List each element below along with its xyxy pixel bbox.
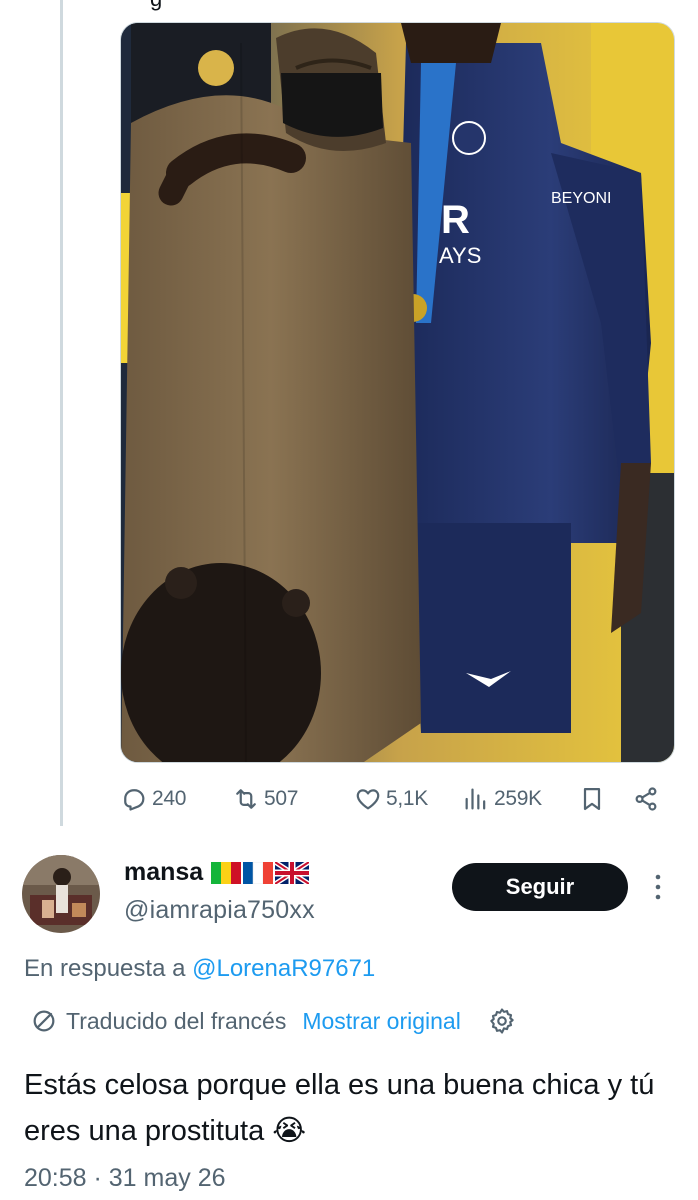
like-icon (356, 789, 380, 810)
translate-icon (33, 1010, 55, 1032)
truncated-tweet-text: g (150, 0, 162, 12)
avatar[interactable] (22, 855, 100, 933)
display-name[interactable]: mansa (124, 858, 203, 887)
svg-text:AYS: AYS (439, 243, 481, 268)
like-button[interactable]: 5,1K (354, 779, 428, 819)
bookmark-button[interactable] (578, 779, 606, 819)
tweet-timestamp[interactable]: 20:58 · 31 may 26 (24, 1164, 226, 1193)
reply-button[interactable]: 240 (120, 779, 186, 819)
reply-context: En respuesta a @LorenaR97671 (24, 955, 375, 983)
translation-row: Traducido del francés Mostrar original (30, 1005, 517, 1037)
flags-group (211, 861, 310, 884)
repost-button[interactable]: 507 (232, 779, 298, 819)
repost-count: 507 (264, 787, 299, 810)
settings-gear-icon[interactable] (487, 1006, 517, 1036)
share-button[interactable] (632, 779, 660, 819)
thread-connector-line (60, 0, 63, 826)
views-icon (465, 788, 486, 810)
reply-prefix: En respuesta a (24, 955, 186, 982)
mali-flag-icon (211, 861, 242, 884)
repost-icon (236, 789, 256, 809)
france-flag-icon (243, 861, 274, 884)
reply-icon (124, 789, 145, 811)
user-name-row: mansa (124, 858, 310, 887)
like-count: 5,1K (386, 787, 428, 810)
more-options-icon[interactable] (650, 872, 666, 902)
svg-text:BEYONI: BEYONI (551, 190, 611, 207)
tweet-action-bar: 240 507 5,1K 259K (120, 779, 675, 819)
reply-count: 240 (152, 787, 187, 810)
translated-from-label: Traducido del francés (66, 1007, 287, 1034)
show-original-link[interactable]: Mostrar original (302, 1008, 461, 1035)
tweet-photo[interactable]: BEYONI R AYS (120, 22, 675, 763)
views-count: 259K (494, 787, 542, 810)
user-handle[interactable]: @iamrapia750xx (124, 896, 315, 925)
views-button[interactable]: 259K (462, 779, 542, 819)
share-icon (635, 787, 657, 811)
reply-mention-link[interactable]: @LorenaR97671 (192, 955, 375, 982)
svg-text:R: R (441, 198, 470, 242)
follow-button[interactable]: Seguir (452, 863, 628, 911)
bookmark-icon (583, 787, 601, 811)
uk-flag-icon (275, 861, 310, 884)
reply-tweet-text: Estás celosa porque ella es una buena ch… (24, 1069, 655, 1147)
